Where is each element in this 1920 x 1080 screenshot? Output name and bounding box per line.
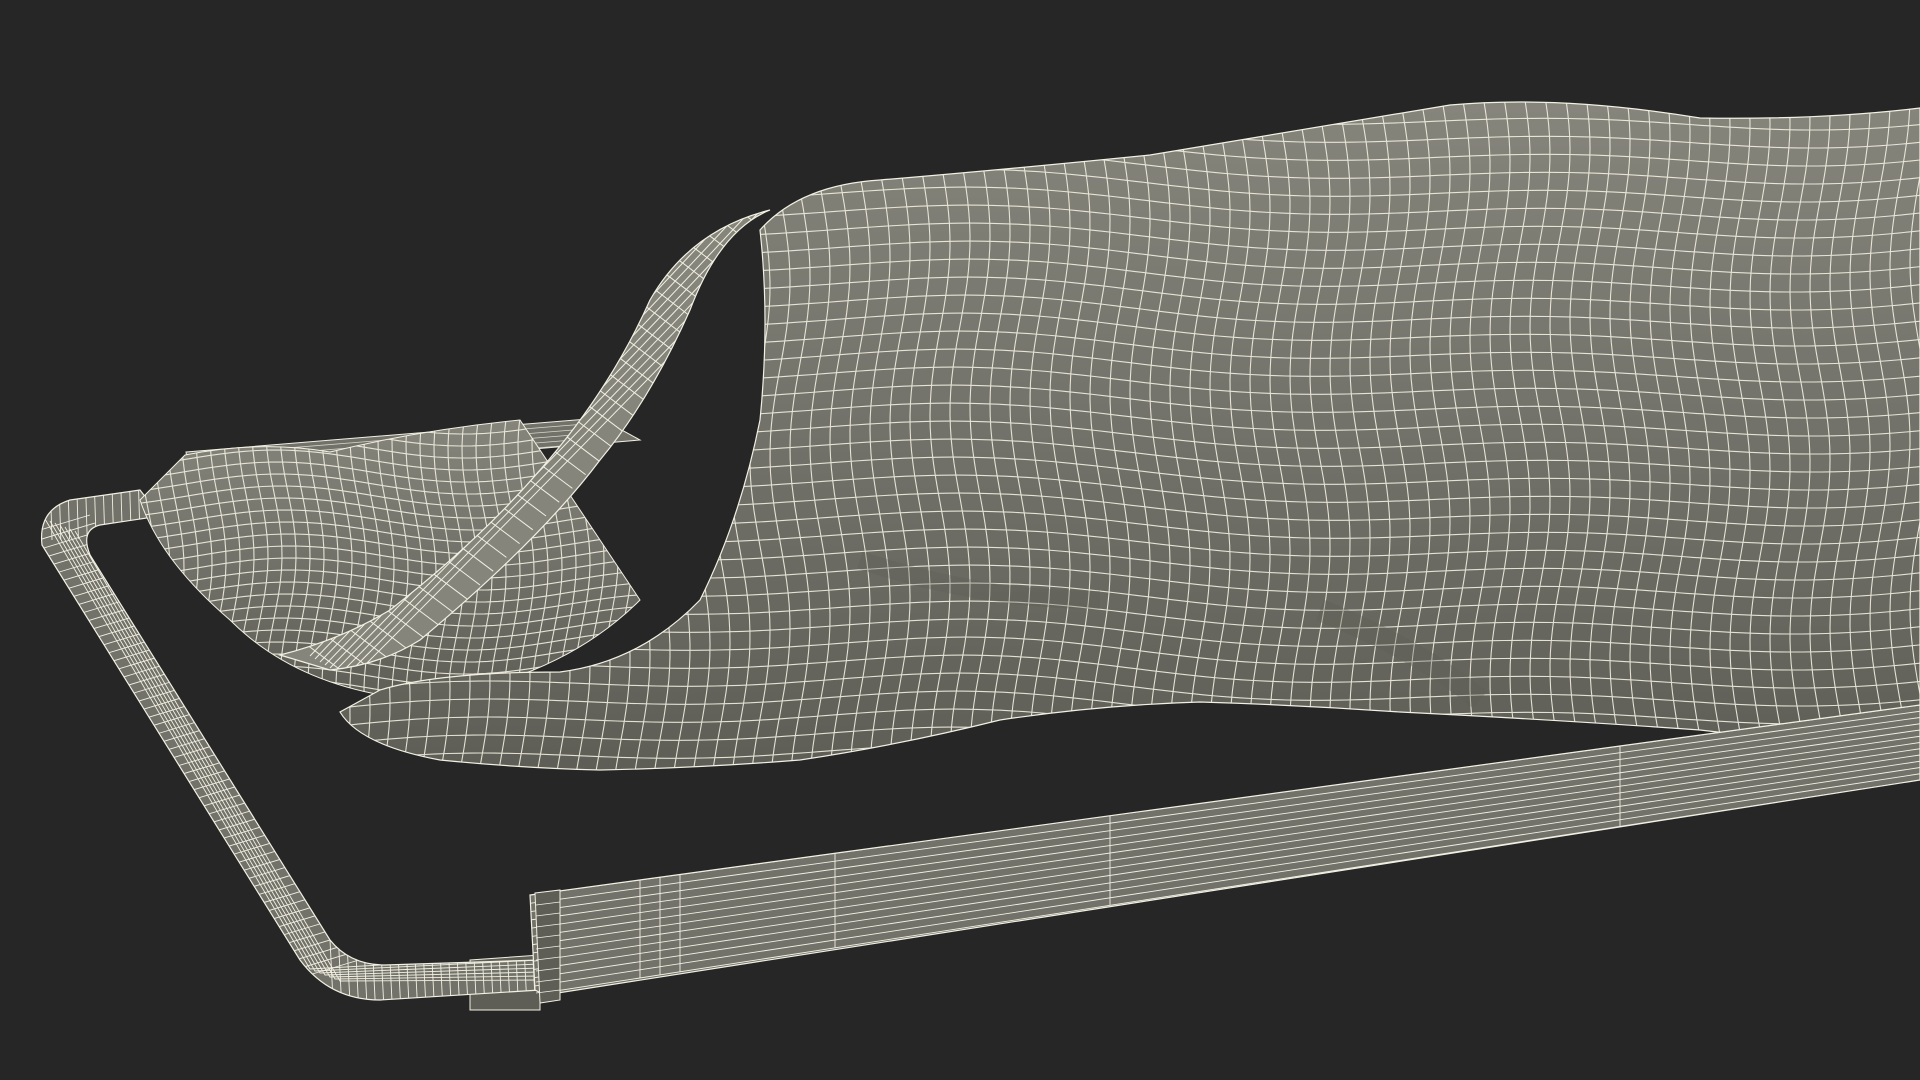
render-viewport (0, 0, 1920, 1080)
wireframe-render (40, 101, 1920, 1011)
